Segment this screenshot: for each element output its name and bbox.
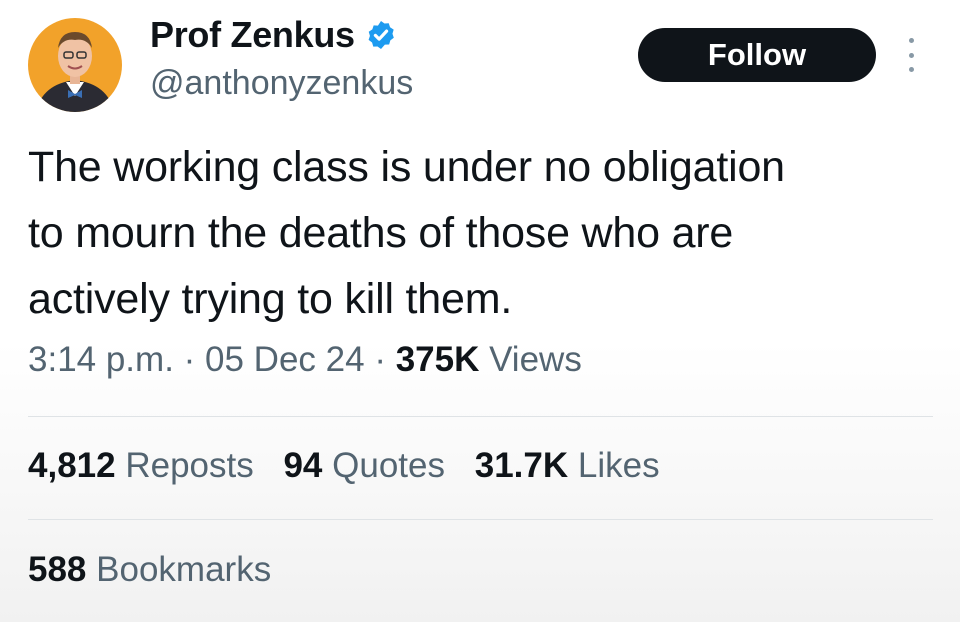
reposts-stat[interactable]: 4,812 Reposts [28, 446, 254, 485]
bookmarks-count: 588 [28, 550, 87, 589]
divider [28, 416, 933, 417]
bookmarks-stat[interactable]: 588 Bookmarks [28, 550, 271, 590]
more-dot [908, 52, 914, 58]
likes-count: 31.7K [474, 446, 569, 485]
tweet-line: to mourn the deaths of those who are [28, 209, 734, 257]
likes-label: Likes [577, 446, 660, 485]
verified-badge-icon [368, 21, 394, 49]
more-options-icon[interactable] [905, 38, 917, 72]
tweet-text: The working class is under no obligation… [28, 134, 938, 332]
more-dot [908, 67, 914, 72]
reposts-label: Reposts [125, 446, 254, 485]
tweet-date[interactable]: 05 Dec 24 [205, 340, 365, 379]
more-dot [908, 38, 914, 43]
tweet-time[interactable]: 3:14 p.m. [28, 340, 174, 379]
meta-separator: · [364, 340, 396, 379]
tweet-line: The working class is under no obligation [28, 143, 785, 191]
tweet-meta: 3:14 p.m. · 05 Dec 24 · 375K Views [28, 340, 582, 380]
author-name-row: Prof Zenkus [150, 14, 397, 56]
reposts-count: 4,812 [28, 446, 116, 485]
meta-separator: · [173, 340, 206, 379]
likes-stat[interactable]: 31.7K Likes [475, 446, 660, 485]
author-name[interactable]: Prof Zenkus [150, 14, 355, 56]
quotes-label: Quotes [332, 446, 445, 485]
views-count: 375K [395, 340, 480, 379]
views-label: Views [479, 340, 582, 379]
quotes-stat[interactable]: 94 Quotes [283, 446, 445, 485]
quotes-count: 94 [283, 446, 323, 485]
avatar[interactable] [28, 18, 122, 112]
follow-button[interactable]: Follow [638, 28, 876, 82]
author-handle[interactable]: @anthonyzenkus [150, 64, 413, 103]
engagement-stats: 4,812 Reposts 94 Quotes 31.7K Likes [28, 446, 680, 486]
tweet-line: actively trying to kill them. [28, 275, 513, 323]
divider [28, 519, 933, 520]
bookmarks-label: Bookmarks [96, 550, 272, 589]
